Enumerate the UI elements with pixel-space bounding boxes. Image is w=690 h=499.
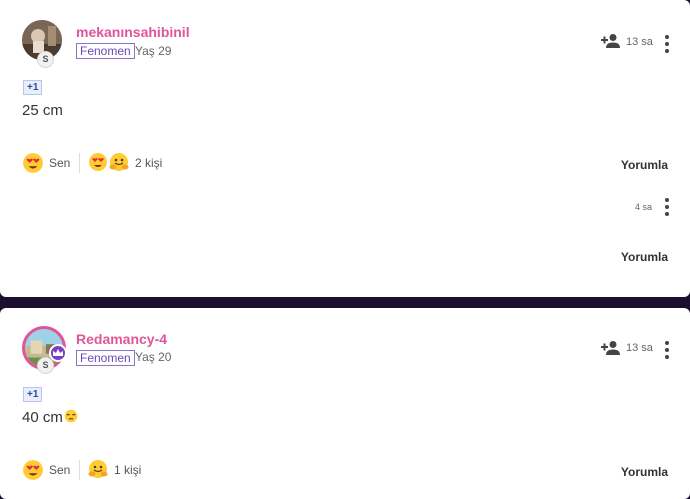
user-age: Yaş 29 [135, 44, 172, 58]
post-time: 4 sa [635, 202, 653, 212]
post-content: 40 cm [22, 409, 78, 426]
my-reaction-label: Sen [49, 156, 71, 170]
avatar[interactable]: S [22, 20, 66, 68]
heart-eyes-emoji[interactable] [22, 152, 44, 174]
level-badge: S [37, 51, 54, 68]
heart-eyes-emoji[interactable] [88, 152, 108, 172]
hugging-emoji[interactable] [88, 459, 108, 479]
username[interactable]: Redamancy-4 [76, 331, 167, 347]
my-reaction-label: Sen [49, 463, 71, 477]
avatar[interactable]: S [22, 326, 67, 374]
username[interactable]: mekanınsahibinil [76, 24, 190, 40]
comment-button[interactable]: Yorumla [621, 250, 668, 264]
plus-one-badge: +1 [23, 80, 43, 95]
level-badge: S [37, 357, 54, 374]
post-card: S mekanınsahibinil Fenomen Yaş 29 13 sa … [0, 0, 690, 297]
user-age: Yaş 20 [135, 350, 172, 364]
others-reaction-count[interactable]: 1 kişi [114, 463, 141, 477]
hugging-emoji[interactable] [109, 152, 129, 172]
heart-eyes-emoji[interactable] [22, 459, 44, 481]
divider [79, 153, 80, 173]
more-options-icon[interactable] [664, 341, 670, 359]
reaction-row: Sen 1 kişi [22, 459, 222, 483]
post-content: 25 cm [22, 102, 63, 119]
add-user-icon[interactable] [601, 33, 621, 49]
role-tag: Fenomen [76, 43, 135, 59]
unamused-emoji [64, 409, 78, 423]
more-options-icon[interactable] [664, 198, 670, 216]
others-reaction-count[interactable]: 2 kişi [135, 156, 162, 170]
comment-button[interactable]: Yorumla [621, 465, 668, 479]
post-time: 13 sa [626, 342, 653, 354]
more-options-icon[interactable] [664, 35, 670, 53]
divider [79, 460, 80, 480]
plus-one-badge: +1 [23, 387, 43, 402]
post-content-text: 40 cm [22, 409, 63, 426]
role-tag: Fenomen [76, 350, 135, 366]
post-card: S Redamancy-4 Fenomen Yaş 20 13 sa +1 40… [0, 308, 690, 499]
post-time: 13 sa [626, 36, 653, 48]
reaction-row: Sen 2 kişi [22, 152, 222, 176]
comment-button[interactable]: Yorumla [621, 158, 668, 172]
add-user-icon[interactable] [601, 340, 621, 356]
